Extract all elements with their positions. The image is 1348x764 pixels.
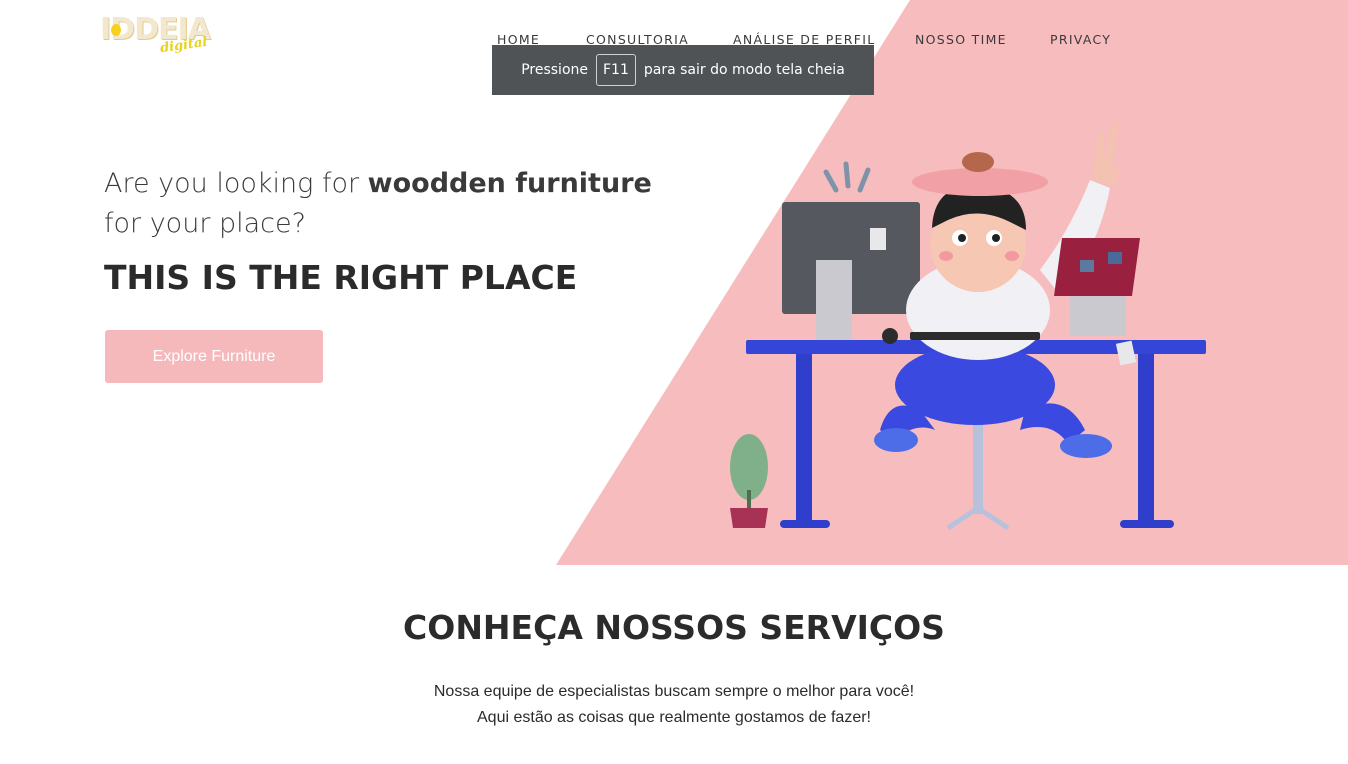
nav-item-nosso-time[interactable]: NOSSO TIME xyxy=(915,32,1007,47)
hero-question-start: Are you looking for xyxy=(104,168,360,199)
laptop-icon xyxy=(1054,238,1140,336)
services-title: CONHEÇA NOSSOS SERVIÇOS xyxy=(403,608,945,647)
desk-worker-illustration xyxy=(730,122,1206,531)
mouse-icon xyxy=(882,328,898,344)
explore-furniture-button[interactable]: Explore Furniture xyxy=(105,330,323,383)
monitor-icon xyxy=(782,202,920,340)
hero-title: THIS IS THE RIGHT PLACE xyxy=(104,258,578,297)
nav-item-privacy[interactable]: PRIVACY xyxy=(1050,32,1111,47)
fullscreen-exit-toast: Pressione F11 para sair do modo tela che… xyxy=(492,45,874,95)
plant-icon xyxy=(730,434,768,528)
toast-key-f11: F11 xyxy=(596,54,636,86)
services-description-line-1: Nossa equipe de especialistas buscam sem… xyxy=(433,683,915,700)
toast-text-before: Pressione xyxy=(521,62,588,78)
hero-question-end: for your place? xyxy=(104,208,306,239)
hero-question-bold: woodden furniture xyxy=(367,168,652,199)
hero-question: Are you looking for woodden furniture fo… xyxy=(104,164,664,244)
toast-text-after: para sair do modo tela cheia xyxy=(643,62,845,78)
sparkle-icon xyxy=(823,161,871,193)
services-description-line-2: Aqui estão as coisas que realmente gosta… xyxy=(477,709,871,726)
keyboard-icon xyxy=(910,332,1040,340)
